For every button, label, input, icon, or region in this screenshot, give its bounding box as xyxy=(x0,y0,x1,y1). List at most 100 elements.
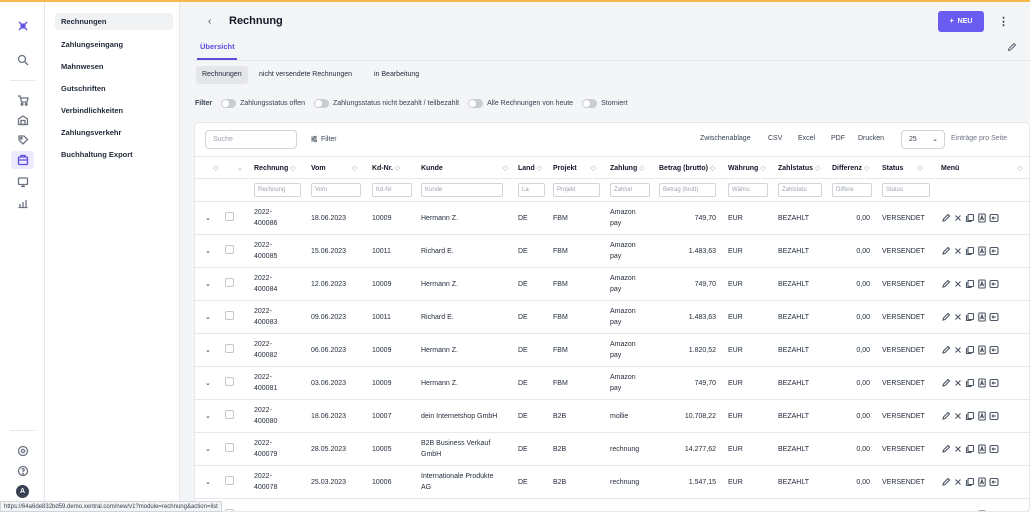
table-row[interactable]: ⌄ 2022- 400079 28.05.2023 10005 B2B Business … xyxy=(195,432,1029,466)
chevron-down-icon[interactable]: ⌄ xyxy=(205,281,211,288)
nav-item-verbindlichkeiten[interactable]: Verbindlichkeiten xyxy=(55,102,173,119)
row-checkbox[interactable] xyxy=(225,277,234,287)
copy-icon[interactable] xyxy=(965,345,975,355)
cancel-icon[interactable] xyxy=(953,279,963,289)
analytics-icon[interactable] xyxy=(15,195,30,210)
row-checkbox[interactable] xyxy=(225,244,234,254)
filter-input-zahlung[interactable]: Zahlun xyxy=(610,183,650,197)
excel-button[interactable]: Excel xyxy=(798,135,815,142)
nav-item-mahnwesen[interactable]: Mahnwesen xyxy=(55,58,173,75)
filter-input-vom[interactable]: Vom xyxy=(311,183,362,197)
toggle-switch[interactable] xyxy=(468,98,484,108)
send-icon[interactable] xyxy=(989,213,999,223)
cancel-icon[interactable] xyxy=(953,312,963,322)
table-row[interactable]: ⌄ 2022- 400080 18.06.2023 10007 dein Internet… xyxy=(195,399,1029,433)
pdf-icon[interactable] xyxy=(977,444,987,454)
cancel-icon[interactable] xyxy=(953,477,963,487)
settings-icon[interactable] xyxy=(15,443,30,458)
table-row[interactable]: ⌄ 2022- 400085 15.06.2023 10011 Richard E. DE F… xyxy=(195,234,1029,268)
edit-icon[interactable] xyxy=(941,246,951,256)
search-icon[interactable] xyxy=(15,52,30,67)
send-icon[interactable] xyxy=(989,279,999,289)
page-size-select[interactable]: 25 ⌄ xyxy=(901,130,945,149)
table-row[interactable]: ⌄ 2022- 400084 12.06.2023 10009 Hermann Z. DE F… xyxy=(195,267,1029,301)
col-header-betrag[interactable]: Betrag (brutto) ◇ xyxy=(655,156,724,179)
send-icon[interactable] xyxy=(989,444,999,454)
col-header-kdnr[interactable]: Kd-Nr. ◇ xyxy=(368,156,417,179)
row-checkbox[interactable] xyxy=(225,475,234,485)
filter-input-differenz[interactable]: Differe xyxy=(832,183,873,197)
edit-icon[interactable] xyxy=(941,444,951,454)
cancel-icon[interactable] xyxy=(953,213,963,223)
col-header-vom[interactable]: Vom ◇ xyxy=(307,156,368,179)
filter-input-betrag[interactable]: Betrag (brutt) xyxy=(659,183,717,197)
filter-input-kunde[interactable]: Kunde xyxy=(421,183,503,197)
more-menu-icon[interactable]: ⋮ xyxy=(998,15,1009,28)
print-button[interactable]: Drucken xyxy=(858,135,884,142)
toggle-switch[interactable] xyxy=(221,98,237,108)
col-header-select[interactable]: ⌄ xyxy=(221,156,250,179)
segment-nicht-versendete[interactable]: nicht versendete Rechnungen xyxy=(253,66,358,84)
row-checkbox[interactable] xyxy=(225,508,234,511)
col-header-zahlung[interactable]: Zahlung ◇ xyxy=(606,156,655,179)
avatar[interactable]: A xyxy=(16,485,29,498)
edit-icon[interactable] xyxy=(941,213,951,223)
col-header-differenz[interactable]: Differenz ◇ xyxy=(828,156,878,179)
pdf-icon[interactable] xyxy=(977,477,987,487)
table-row[interactable]: ⌄ 2022- 400083 09.06.2023 10011 Richard E. DE F… xyxy=(195,300,1029,334)
col-header-land[interactable]: Land ◇ xyxy=(514,156,549,179)
table-row[interactable]: ⌄ 2022- 400081 03.06.2023 10009 Hermann Z. DE F… xyxy=(195,366,1029,400)
table-row[interactable]: ⌄2022-22.03.202310007dein Internetshop G… xyxy=(195,498,1029,511)
edit-icon[interactable] xyxy=(941,411,951,421)
edit-icon[interactable] xyxy=(941,345,951,355)
help-icon[interactable] xyxy=(15,463,30,478)
pdf-icon[interactable] xyxy=(977,279,987,289)
col-header-waehrung[interactable]: Währung ◇ xyxy=(724,156,774,179)
cart-icon[interactable] xyxy=(15,92,30,107)
row-checkbox[interactable] xyxy=(225,343,234,353)
logo-icon[interactable] xyxy=(15,18,30,33)
back-chevron-icon[interactable]: ‹ xyxy=(208,16,211,27)
screen-icon[interactable] xyxy=(15,174,30,189)
filter-input-status[interactable]: Status xyxy=(882,183,931,197)
col-header-zahlstatus[interactable]: Zahlstatus ◇ xyxy=(774,156,828,179)
send-icon[interactable] xyxy=(989,312,999,322)
new-button[interactable]: + NEU xyxy=(938,11,984,32)
col-header-rechnung[interactable]: Rechnung ◇ xyxy=(250,156,307,179)
filter-input-land[interactable]: La xyxy=(518,183,546,197)
table-row[interactable]: ⌄ 2022- 400086 18.06.2023 10009 Hermann Z. DE F… xyxy=(195,201,1029,235)
edit-icon[interactable] xyxy=(941,378,951,388)
pdf-icon[interactable] xyxy=(977,345,987,355)
filter-button[interactable]: Filter xyxy=(310,135,337,143)
edit-icon[interactable] xyxy=(941,279,951,289)
col-header-expand[interactable]: ◇ xyxy=(195,156,221,179)
col-header-menu[interactable]: Menü ◇ xyxy=(937,156,1029,179)
edit-pencil-icon[interactable] xyxy=(1007,42,1017,52)
chevron-down-icon[interactable]: ⌄ xyxy=(205,446,211,453)
pdf-icon[interactable] xyxy=(977,312,987,322)
send-icon[interactable] xyxy=(989,411,999,421)
send-icon[interactable] xyxy=(989,477,999,487)
send-icon[interactable] xyxy=(989,378,999,388)
cancel-icon[interactable] xyxy=(953,378,963,388)
col-header-status[interactable]: Status ◇ xyxy=(878,156,937,179)
row-checkbox[interactable] xyxy=(225,442,234,452)
warehouse-icon[interactable] xyxy=(15,112,30,127)
row-checkbox[interactable] xyxy=(225,409,234,419)
copy-icon[interactable] xyxy=(965,444,975,454)
copy-icon[interactable] xyxy=(965,411,975,421)
table-row[interactable]: ⌄ 2022- 400078 25.03.2023 10006 International… xyxy=(195,465,1029,499)
edit-icon[interactable] xyxy=(941,477,951,487)
filter-toggle-storniert[interactable]: Storniert xyxy=(582,98,628,108)
filter-input-zahlstatus[interactable]: Zahlstatu xyxy=(778,183,822,197)
clipboard-button[interactable]: Zwischenablage xyxy=(700,135,751,142)
chevron-down-icon[interactable]: ⌄ xyxy=(205,248,211,255)
row-checkbox[interactable] xyxy=(225,310,234,320)
filter-toggle-heute[interactable]: Alle Rechnungen von heute xyxy=(468,98,573,108)
segment-rechnungen[interactable]: Rechnungen xyxy=(196,66,248,84)
pdf-icon[interactable] xyxy=(977,378,987,388)
copy-icon[interactable] xyxy=(965,246,975,256)
cancel-icon[interactable] xyxy=(953,444,963,454)
chevron-down-icon[interactable]: ⌄ xyxy=(205,380,211,387)
csv-button[interactable]: CSV xyxy=(768,135,782,142)
